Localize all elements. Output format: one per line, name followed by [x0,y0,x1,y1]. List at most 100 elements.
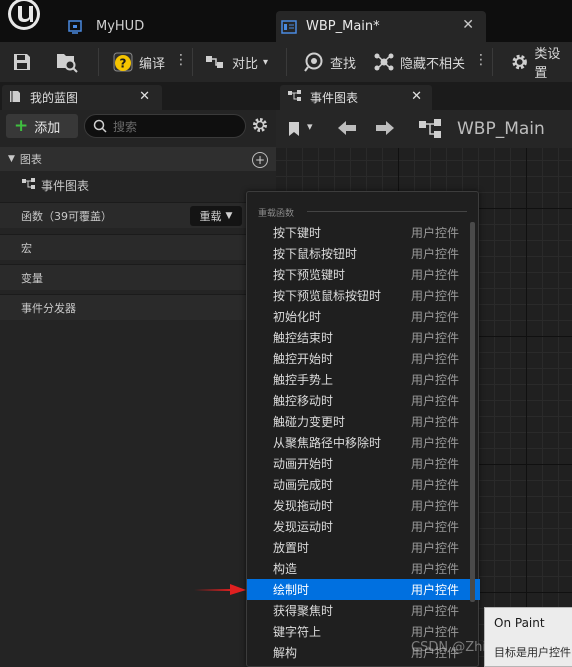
compile-button[interactable]: ? 编译 [112,42,165,82]
menu-item-list: 按下键时 用户控件 按下鼠标按钮时 用户控件 按下预览键时 用户控件 按下预览鼠标按钮时 用户… [247,222,480,663]
menu-item[interactable]: 绘制时 用户控件 [247,579,480,600]
menu-item-category: 用户控件 [411,226,460,240]
menu-item[interactable]: 构造 用户控件 [247,558,480,579]
menu-item[interactable]: 触碰力变更时 用户控件 [247,411,480,432]
tab-event-graph[interactable]: 事件图表 ✕ [280,85,432,110]
add-graph-icon[interactable]: + [252,152,268,168]
chevron-down-icon: ▾ [263,56,269,68]
menu-item-name: 按下预览键时 [273,268,346,282]
tab-wbp-main[interactable]: WBP_Main* ✕ [276,11,486,42]
panel-title: 我的蓝图 [30,91,79,105]
functions-section-header[interactable]: 函数（39可覆盖） 重载 ▼ [0,202,276,228]
menu-item-name: 触控结束时 [273,331,334,345]
class-settings-label: 类设置 [534,47,561,81]
event-graph-item[interactable]: 事件图表 [0,172,276,198]
functions-label: 函数（39可覆盖） [21,209,112,223]
graph-icon [419,119,441,143]
event-graph-icon [22,177,36,193]
macros-section-header[interactable]: 宏 [0,234,276,260]
my-blueprint-panel: 我的蓝图 ✕ + 添加 搜索 ▼ 图表 + 事件图表 函数（39可覆盖） 重载 … [0,82,276,667]
menu-item-name: 动画开始时 [273,457,334,471]
menu-item[interactable]: 初始化时 用户控件 [247,306,480,327]
back-arrow-icon[interactable] [336,118,358,142]
close-icon[interactable]: ✕ [139,89,150,104]
event-graph-label: 事件图表 [41,178,90,193]
menu-item-category: 用户控件 [411,394,460,408]
tab-my-blueprint[interactable]: 我的蓝图 ✕ [2,85,162,110]
find-icon [304,52,323,72]
menu-item-name: 从聚焦路径中移除时 [273,436,382,450]
watermark: CSDN @Zhi [411,640,486,655]
browse-button[interactable] [55,42,79,82]
add-button[interactable]: + 添加 [6,114,78,138]
close-icon[interactable]: ✕ [411,89,422,104]
menu-item-name: 发现运动时 [273,520,334,534]
find-button[interactable]: 查找 [303,42,356,82]
variables-label: 变量 [21,271,43,285]
menu-header: 重载函数 [258,209,295,219]
menu-item-name: 动画完成时 [273,478,334,492]
menu-item[interactable]: 键字符上 用户控件 [247,621,480,642]
menu-item-name: 按下键时 [273,226,322,240]
menu-item[interactable]: 触控开始时 用户控件 [247,348,480,369]
function-tooltip: On Paint 目标是用户控件 [484,607,572,667]
graph-editor-icon [276,19,302,34]
menu-item[interactable]: 按下键时 用户控件 [247,222,480,243]
menu-item-category: 用户控件 [411,520,460,534]
compile-options-icon[interactable]: ⋮ [174,52,188,68]
tab-myhud[interactable]: MyHUD [62,11,262,42]
graph-navigation-bar: ▾ WBP_Main [276,110,572,148]
menu-item[interactable]: 放置时 用户控件 [247,537,480,558]
graphs-section-header[interactable]: ▼ 图表 + [0,147,276,171]
menu-item[interactable]: 触控手势上 用户控件 [247,369,480,390]
menu-header-divider [307,211,467,212]
menu-scrollbar[interactable] [470,222,475,602]
close-icon[interactable]: ✕ [462,17,474,33]
save-icon [14,54,30,70]
tooltip-title: On Paint [494,616,545,630]
search-input[interactable]: 搜索 [84,114,246,138]
event-dispatchers-section-header[interactable]: 事件分发器 [0,294,276,320]
menu-item[interactable]: 触控结束时 用户控件 [247,327,480,348]
menu-item[interactable]: 发现拖动时 用户控件 [247,495,480,516]
tab-label: MyHUD [96,19,145,34]
menu-item-category: 用户控件 [411,625,460,639]
search-placeholder: 搜索 [113,119,138,134]
menu-item-category: 用户控件 [411,310,460,324]
toolbar-divider [98,48,99,76]
svg-text:?: ? [120,57,127,71]
bookmark-icon[interactable] [288,121,300,141]
menu-item[interactable]: 按下鼠标按钮时 用户控件 [247,243,480,264]
menu-item[interactable]: 触控移动时 用户控件 [247,390,480,411]
menu-item[interactable]: 从聚焦路径中移除时 用户控件 [247,432,480,453]
widget-blueprint-icon [62,19,88,34]
hide-unrelated-options-icon[interactable]: ⋮ [474,52,488,68]
save-button[interactable] [12,42,32,82]
chevron-down-icon: ▼ [225,211,233,221]
diff-button[interactable]: 对比 ▾ [205,42,268,82]
hide-unrelated-button[interactable]: 隐藏不相关 [373,42,465,82]
menu-item-category: 用户控件 [411,436,460,450]
menu-item[interactable]: 按下预览键时 用户控件 [247,264,480,285]
menu-item[interactable]: 动画开始时 用户控件 [247,453,480,474]
graph-breadcrumb-title[interactable]: WBP_Main [457,119,545,139]
menu-item[interactable]: 动画完成时 用户控件 [247,474,480,495]
menu-item-name: 触控手势上 [273,373,334,387]
unreal-logo-icon[interactable] [4,0,48,38]
graph-tab-bar: 事件图表 ✕ [276,82,572,110]
variables-section-header[interactable]: 变量 [0,264,276,290]
menu-item[interactable]: 按下预览鼠标按钮时 用户控件 [247,285,480,306]
menu-item[interactable]: 发现运动时 用户控件 [247,516,480,537]
menu-item-category: 用户控件 [411,289,460,303]
override-dropdown[interactable]: 重载 ▼ [190,206,242,226]
class-settings-button[interactable]: 类设置 [510,42,572,82]
forward-arrow-icon[interactable] [374,118,396,142]
menu-item[interactable]: 获得聚焦时 用户控件 [247,600,480,621]
menu-item-category: 用户控件 [411,352,460,366]
menu-item-category: 用户控件 [411,604,460,618]
chevron-down-icon[interactable]: ▾ [307,120,313,133]
compile-status-icon: ? [113,52,133,72]
find-label: 查找 [330,56,357,72]
menu-item-category: 用户控件 [411,457,460,471]
gear-icon[interactable] [251,116,269,138]
